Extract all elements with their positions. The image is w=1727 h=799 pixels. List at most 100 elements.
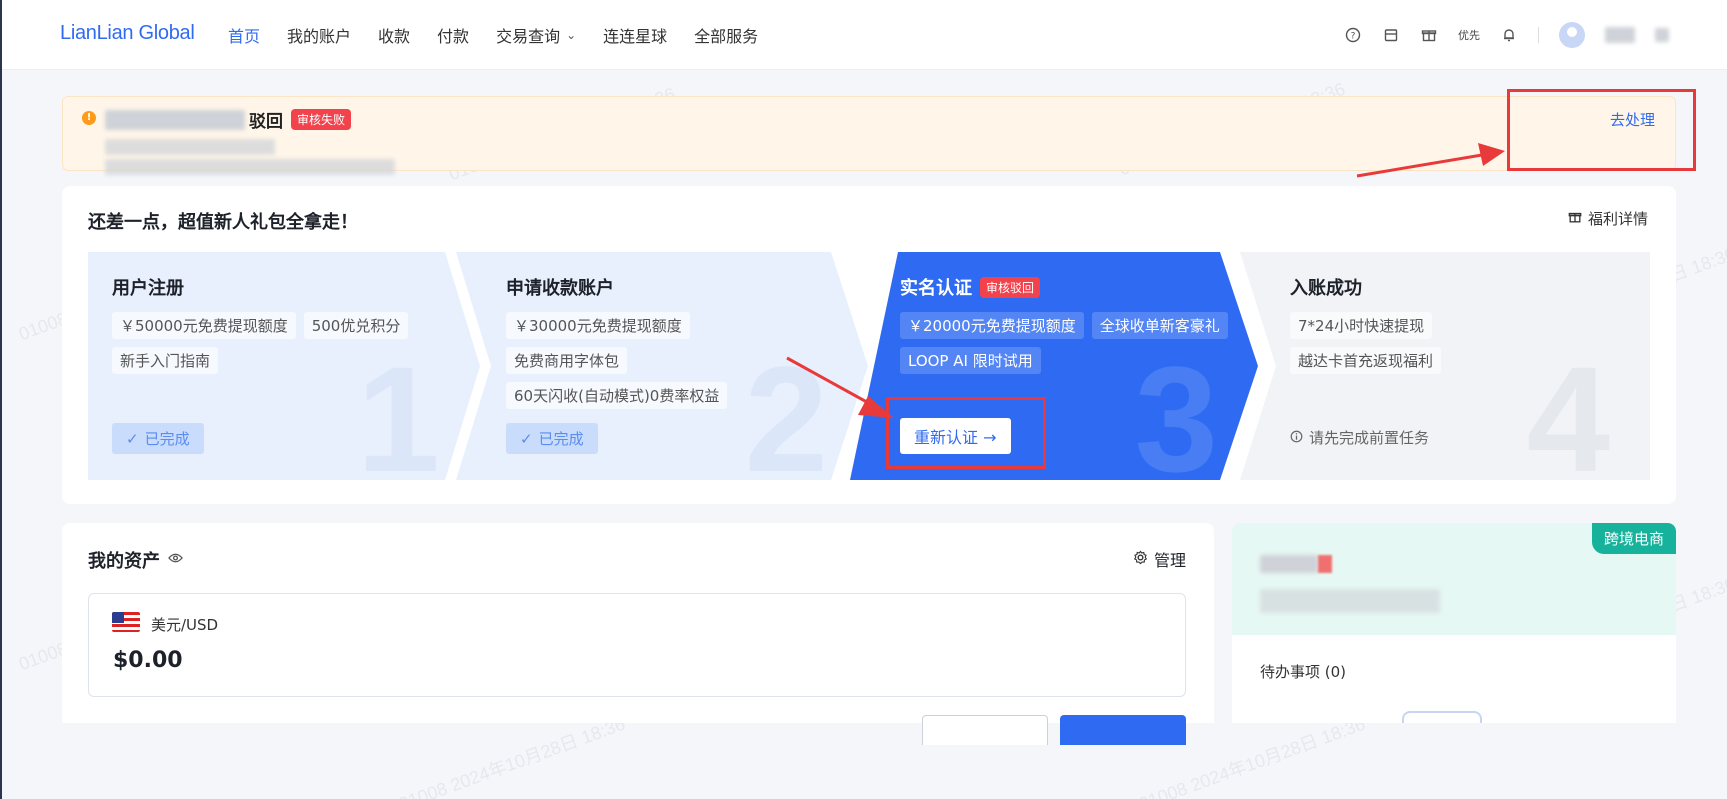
check-circle-icon: ✓ xyxy=(126,429,139,448)
toolbar-divider xyxy=(1538,27,1539,43)
redacted-block xyxy=(1655,28,1669,42)
calendar-icon[interactable] xyxy=(1382,26,1400,44)
manage-label: 管理 xyxy=(1153,551,1186,570)
empty-illustration xyxy=(1402,711,1482,723)
username-redacted xyxy=(1605,27,1635,43)
info-circle-icon xyxy=(1290,429,1303,447)
alert-title: 驳回 审核失败 xyxy=(105,107,352,132)
step-content: 实名认证 审核驳回 ￥20000元免费提现额度 全球收单新客豪礼 LOOP AI… xyxy=(900,274,1248,374)
primary-action-button[interactable] xyxy=(1060,715,1186,745)
onboarding-step-2: 2 申请收款账户 ￥30000元免费提现额度 免费商用字体包 60天闪收(自动模… xyxy=(456,252,868,494)
usd-asset-box[interactable]: 美元/USD $0.00 xyxy=(88,593,1186,697)
cross-border-ecommerce-tag: 跨境电商 xyxy=(1591,523,1676,554)
assets-title: 我的资产 xyxy=(88,547,183,573)
us-flag-icon xyxy=(112,612,140,632)
alert-subtitle-redacted xyxy=(105,139,595,175)
step-tags: ￥50000元免费提现额度 500优兑积分 新手入门指南 xyxy=(112,312,452,374)
review-alert-banner: ! 驳回 审核失败 去处理 xyxy=(62,96,1676,175)
manage-button[interactable]: 管理 xyxy=(1133,547,1186,571)
nav-item-lianlian-planet[interactable]: 连连星球 xyxy=(603,23,667,47)
avatar[interactable] xyxy=(1559,22,1585,48)
benefit-tag: ￥20000元免费提现额度 xyxy=(900,312,1084,339)
question-circle-icon[interactable]: ? xyxy=(1344,26,1362,44)
benefit-tag: 60天闪收(自动模式)0费率权益 xyxy=(506,382,728,409)
step-title-label: 实名认证 xyxy=(900,278,972,299)
benefit-tag: ￥50000元免费提现额度 xyxy=(112,312,296,339)
redacted-text xyxy=(1260,555,1318,573)
handle-now-link[interactable]: 去处理 xyxy=(1610,109,1655,130)
nav-item-receive[interactable]: 收款 xyxy=(378,23,410,47)
completed-label: 已完成 xyxy=(538,430,584,448)
side-card-header: 跨境电商 xyxy=(1232,523,1676,635)
secondary-action-button[interactable] xyxy=(922,715,1048,745)
redacted-text xyxy=(105,139,275,155)
business-side-card: 跨境电商 待办事项 (0) xyxy=(1232,523,1676,723)
redacted-id xyxy=(1260,589,1440,613)
step-title: 实名认证 审核驳回 xyxy=(900,274,1248,300)
gear-icon xyxy=(1133,549,1148,569)
step-content: 入账成功 7*24小时快速提现 越达卡首充返现福利 xyxy=(1290,274,1640,374)
currency-label: 美元/USD xyxy=(151,616,219,634)
nav-item-pay[interactable]: 付款 xyxy=(437,23,469,47)
benefit-tag: LOOP AI 限时试用 xyxy=(900,347,1041,374)
gift-icon xyxy=(1568,210,1582,228)
benefit-tag: 免费商用字体包 xyxy=(506,347,628,374)
gift-icon[interactable] xyxy=(1420,26,1438,44)
benefit-tag: 新手入门指南 xyxy=(112,347,219,374)
nav-right-toolbar: ? 优先 xyxy=(1344,22,1669,48)
my-assets-card: 我的资产 管理 美元/USD $0.00 xyxy=(62,523,1214,745)
completed-status: ✓ 已完成 xyxy=(112,423,204,454)
step-title: 用户注册 xyxy=(112,278,184,299)
todo-label[interactable]: 待办事项 (0) xyxy=(1260,661,1346,682)
benefit-tag: 全球收单新客豪礼 xyxy=(1091,312,1228,339)
redacted-mark xyxy=(1318,555,1332,573)
step-content: 申请收款账户 ￥30000元免费提现额度 免费商用字体包 60天闪收(自动模式)… xyxy=(506,274,858,409)
onboarding-step-1: 1 用户注册 ￥50000元免费提现额度 500优兑积分 新手入门指南 ✓ 已完… xyxy=(88,252,480,494)
bell-icon[interactable] xyxy=(1500,26,1518,44)
nav-item-transactions[interactable]: 交易查询 ⌄ xyxy=(496,23,576,47)
onboarding-title: 还差一点，超值新人礼包全拿走！ xyxy=(88,212,358,233)
benefit-tag: 7*24小时快速提现 xyxy=(1290,312,1433,339)
alert-title-suffix: 驳回 xyxy=(249,112,283,132)
watermark-text: 01008 2024年10月28日 18:36 xyxy=(396,713,628,799)
status-badge: 审核失败 xyxy=(291,109,352,130)
step-tags: ￥30000元免费提现额度 免费商用字体包 60天闪收(自动模式)0费率权益 xyxy=(506,312,846,409)
step-tags: ￥20000元免费提现额度 全球收单新客豪礼 LOOP AI 限时试用 xyxy=(900,312,1240,374)
chevron-down-icon: ⌄ xyxy=(566,28,577,42)
prerequisite-note: 请先完成前置任务 xyxy=(1290,427,1429,448)
check-circle-icon: ✓ xyxy=(520,429,533,448)
top-navbar: LianLian Global 首页 我的账户 收款 付款 交易查询 ⌄ 连连星… xyxy=(2,0,1727,70)
logo[interactable]: LianLian Global xyxy=(60,22,195,45)
nav-item-all-services[interactable]: 全部服务 xyxy=(694,23,758,47)
completed-status: ✓ 已完成 xyxy=(506,423,598,454)
eye-icon[interactable] xyxy=(168,552,183,568)
benefit-details-label: 福利详情 xyxy=(1587,210,1648,228)
benefit-details-link[interactable]: 福利详情 xyxy=(1568,208,1648,229)
benefit-tag: ￥30000元免费提现额度 xyxy=(506,312,690,339)
assets-title-label: 我的资产 xyxy=(88,551,160,572)
asset-amount: $0.00 xyxy=(113,648,183,673)
benefit-tag: 500优兑积分 xyxy=(303,312,409,339)
warning-icon: ! xyxy=(82,111,96,125)
step-content: 用户注册 ￥50000元免费提现额度 500优兑积分 新手入门指南 xyxy=(112,274,470,374)
nav-item-my-account[interactable]: 我的账户 xyxy=(287,23,351,47)
nav-item-transactions-label: 交易查询 xyxy=(496,27,561,46)
step-title: 申请收款账户 xyxy=(506,278,614,299)
redacted-name xyxy=(1260,555,1332,573)
main-nav: 首页 我的账户 收款 付款 交易查询 ⌄ 连连星球 全部服务 xyxy=(228,23,785,47)
redacted-text xyxy=(1260,589,1440,613)
redacted-text xyxy=(105,159,395,175)
nav-item-home[interactable]: 首页 xyxy=(228,23,260,47)
step-tags: 7*24小时快速提现 越达卡首充返现福利 xyxy=(1290,312,1630,374)
onboarding-step-4: 4 入账成功 7*24小时快速提现 越达卡首充返现福利 请先完成前置任务 xyxy=(1240,252,1650,494)
benefit-tag: 越达卡首充返现福利 xyxy=(1290,347,1442,374)
svg-text:?: ? xyxy=(1351,32,1356,42)
re-verify-button[interactable]: 重新认证 → xyxy=(900,418,1011,454)
step-title: 入账成功 xyxy=(1290,278,1362,299)
onboarding-step-3: 3 实名认证 审核驳回 ￥20000元免费提现额度 全球收单新客豪礼 LOOP … xyxy=(850,252,1258,494)
onboarding-card: 还差一点，超值新人礼包全拿走！ 福利详情 1 用户注册 ￥50000元免费提现额… xyxy=(62,186,1676,504)
redacted-text xyxy=(105,109,245,130)
prerequisite-note-label: 请先完成前置任务 xyxy=(1309,429,1430,447)
completed-label: 已完成 xyxy=(144,430,190,448)
coupon-text[interactable]: 优先 xyxy=(1458,27,1480,43)
